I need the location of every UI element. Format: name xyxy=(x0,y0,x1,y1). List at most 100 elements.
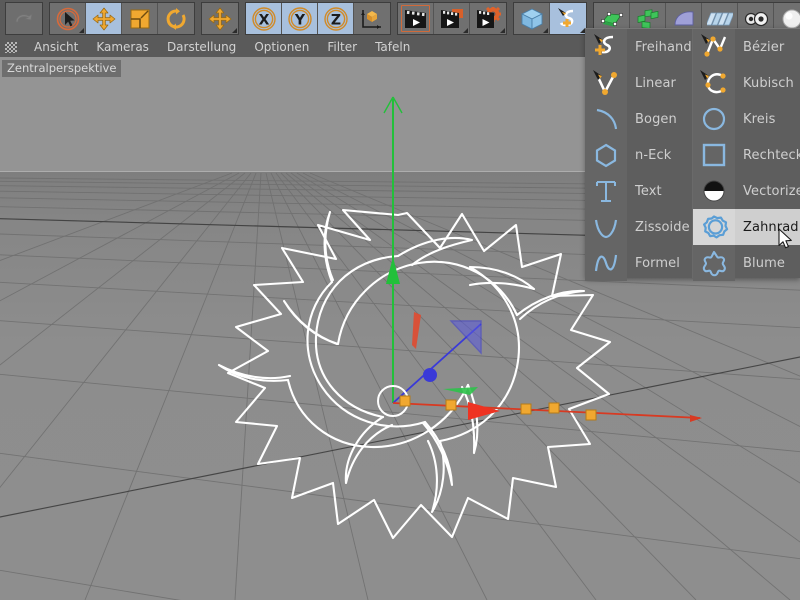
rotate-arrows-icon xyxy=(166,7,186,30)
palette-item-freihand[interactable]: Freihand xyxy=(585,29,692,65)
undo-arrow-icon xyxy=(15,12,33,22)
x-axis-lock-button[interactable]: X xyxy=(246,3,282,34)
application-window: X Y Z Ansicht Kameras Darstellung Option… xyxy=(0,0,800,600)
cissoid-icon xyxy=(585,209,627,245)
formula-wave-icon xyxy=(585,245,627,281)
palette-item-blume[interactable]: Blume xyxy=(693,245,800,281)
text-t-icon xyxy=(585,173,627,209)
palette-item-vectorizer[interactable]: Vectorizer xyxy=(693,173,800,209)
rectangle-icon xyxy=(693,137,735,173)
toolbar-spacer-4 xyxy=(240,0,244,37)
palette-item-zahnrad[interactable]: Zahnrad xyxy=(693,209,800,245)
palette-item-formel[interactable]: Formel xyxy=(585,245,692,281)
palette-label: Zahnrad xyxy=(743,219,799,235)
green-nurbs-icon xyxy=(600,11,623,27)
menu-darstellung[interactable]: Darstellung xyxy=(158,37,245,57)
palette-label: Bézier xyxy=(743,39,785,55)
blue-floor-icon xyxy=(706,12,733,25)
circle-icon xyxy=(693,101,735,137)
menu-ansicht[interactable]: Ansicht xyxy=(25,37,87,57)
palette-label: Text xyxy=(635,183,662,199)
select-tool-button[interactable] xyxy=(50,3,86,34)
toolbar-group-transform xyxy=(49,2,195,35)
palette-item-bezier[interactable]: Bézier xyxy=(693,29,800,65)
x-axis-icon: X xyxy=(251,6,276,31)
palette-label: Linear xyxy=(635,75,677,91)
view-perspective-tag: Zentralperspektive xyxy=(2,60,122,77)
palette-label: Freihand xyxy=(635,39,692,55)
spline-column-right: Bézier Kubisch Kreis Rechteck Vectorize … xyxy=(692,29,800,281)
palette-item-linear[interactable]: Linear xyxy=(585,65,692,101)
move-arrows-icon xyxy=(92,7,115,30)
palette-item-bogen[interactable]: Bogen xyxy=(585,101,692,137)
gear-icon xyxy=(693,209,735,245)
toolbar-group-create xyxy=(513,2,587,35)
svg-text:X: X xyxy=(258,12,269,28)
menu-kameras[interactable]: Kameras xyxy=(87,37,158,57)
toolbar-spacer-3 xyxy=(196,0,200,37)
palette-label: Vectorizer xyxy=(743,183,800,199)
menu-optionen[interactable]: Optionen xyxy=(245,37,318,57)
clapper-gear-icon xyxy=(477,6,501,28)
palette-item-zissoide[interactable]: Zissoide xyxy=(585,209,692,245)
menu-tafeln[interactable]: Tafeln xyxy=(366,37,419,57)
rotate-tool-button[interactable] xyxy=(158,3,194,34)
clapper-render-icon xyxy=(404,9,426,28)
add-primitive-button[interactable] xyxy=(514,3,550,34)
palette-item-kreis[interactable]: Kreis xyxy=(693,101,800,137)
scale-box-icon xyxy=(130,9,149,28)
vectorizer-icon xyxy=(693,173,735,209)
move-tool-secondary-button[interactable] xyxy=(202,3,238,34)
svg-text:Z: Z xyxy=(330,12,340,28)
camera-icon xyxy=(744,11,768,26)
toolbar-spacer-5 xyxy=(392,0,396,37)
world-object-axis-icon xyxy=(361,9,381,29)
z-axis-icon: Z xyxy=(323,6,348,31)
palette-item-text[interactable]: Text xyxy=(585,173,692,209)
palette-label: Kreis xyxy=(743,111,776,127)
move-arrows-icon xyxy=(208,7,232,30)
palette-label: Kubisch xyxy=(743,75,794,91)
pen-bezier-icon xyxy=(693,29,735,65)
toolbar-spacer-2 xyxy=(44,0,48,37)
live-selection-icon xyxy=(56,7,79,30)
menu-filter[interactable]: Filter xyxy=(318,37,366,57)
spline-pen-icon xyxy=(558,7,574,27)
palette-label: Bogen xyxy=(635,111,677,127)
y-axis-lock-button[interactable]: Y xyxy=(282,3,318,34)
coordinate-system-button[interactable] xyxy=(354,3,390,34)
palette-item-rechteck[interactable]: Rechteck xyxy=(693,137,800,173)
render-to-picture-viewer-button[interactable] xyxy=(434,3,470,34)
undo-view-button[interactable] xyxy=(6,3,42,34)
spline-column-left: Freihand Linear Bogen n-Eck Text Zissoid… xyxy=(585,29,692,281)
palette-item-kubisch[interactable]: Kubisch xyxy=(693,65,800,101)
flower-icon xyxy=(693,245,735,281)
render-view-button[interactable] xyxy=(398,3,434,34)
cube-icon xyxy=(520,7,543,30)
purple-bend-icon xyxy=(674,10,693,25)
pen-cubic-icon xyxy=(693,65,735,101)
toolbar-group-move2 xyxy=(201,2,239,35)
render-settings-button[interactable] xyxy=(470,3,506,34)
toolbar-spacer-6 xyxy=(508,0,512,37)
palette-label: Rechteck xyxy=(743,147,800,163)
toolbar-group-axis: X Y Z xyxy=(245,2,391,35)
scale-tool-button[interactable] xyxy=(122,3,158,34)
toolbar-group-undo xyxy=(5,2,43,35)
pen-linear-icon xyxy=(585,65,627,101)
z-axis-lock-button[interactable]: Z xyxy=(318,3,354,34)
add-spline-button[interactable] xyxy=(550,3,586,34)
palette-item-n-eck[interactable]: n-Eck xyxy=(585,137,692,173)
toolbar-group-render xyxy=(397,2,507,35)
svg-text:Y: Y xyxy=(293,12,305,28)
grip-icon[interactable] xyxy=(5,41,17,53)
palette-label: Zissoide xyxy=(635,219,690,235)
green-cluster-icon xyxy=(637,8,658,29)
pen-freehand-icon xyxy=(585,29,627,65)
clapper-picture-icon xyxy=(440,8,463,28)
spline-palette-dropdown[interactable]: Freihand Linear Bogen n-Eck Text Zissoid… xyxy=(585,28,800,281)
palette-label: n-Eck xyxy=(635,147,672,163)
move-tool-button[interactable] xyxy=(86,3,122,34)
y-axis-icon: Y xyxy=(287,6,312,31)
